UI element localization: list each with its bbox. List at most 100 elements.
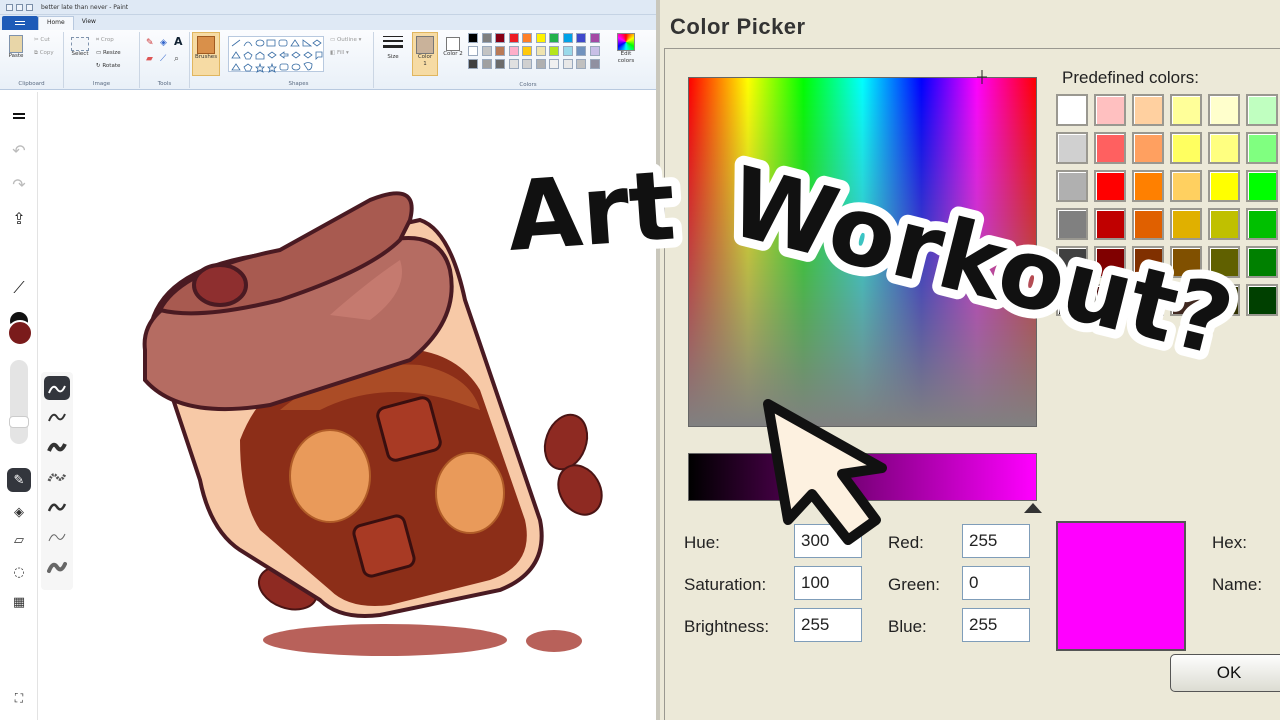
- palette-swatch[interactable]: [481, 46, 492, 56]
- predefined-color-swatch[interactable]: [1246, 94, 1278, 126]
- palette-swatch[interactable]: [576, 59, 586, 69]
- palette-swatch[interactable]: [522, 33, 532, 43]
- blue-input[interactable]: 255: [962, 608, 1030, 642]
- fill-tool-button[interactable]: ◈: [7, 500, 31, 524]
- palette-swatch[interactable]: [522, 59, 532, 69]
- select-button[interactable]: Select: [68, 37, 92, 57]
- eraser-tool-button[interactable]: ▱: [7, 528, 31, 552]
- predefined-color-swatch[interactable]: [1056, 208, 1088, 240]
- palette-swatch[interactable]: [481, 33, 492, 43]
- predefined-color-swatch[interactable]: [1094, 132, 1126, 164]
- brush-option-pen[interactable]: [44, 376, 70, 400]
- color2-button[interactable]: Color 2: [442, 34, 464, 58]
- green-input[interactable]: 0: [962, 566, 1030, 600]
- current-color-dot[interactable]: [7, 320, 33, 346]
- spectrum-crosshair-icon[interactable]: [977, 70, 987, 84]
- fullscreen-button[interactable]: ⛶: [7, 686, 31, 710]
- fill-bucket-icon[interactable]: ◈: [160, 38, 167, 48]
- palette-swatch[interactable]: [481, 59, 492, 69]
- predefined-color-swatch[interactable]: [1208, 284, 1240, 316]
- paste-button[interactable]: Paste: [4, 35, 28, 59]
- predefined-color-swatch[interactable]: [1132, 208, 1164, 240]
- palette-swatch[interactable]: [589, 33, 600, 43]
- predefined-color-swatch[interactable]: [1170, 170, 1202, 202]
- palette-swatch[interactable]: [508, 33, 519, 43]
- outline-button[interactable]: ▭ Outline ▾: [330, 37, 361, 43]
- brush-option-calligraphy[interactable]: [44, 404, 70, 428]
- text-tool-icon[interactable]: A: [174, 35, 183, 48]
- red-input[interactable]: 255: [962, 524, 1030, 558]
- predefined-color-swatch[interactable]: [1056, 132, 1088, 164]
- file-menu-button[interactable]: [2, 16, 38, 30]
- hue-input[interactable]: 300: [794, 524, 862, 558]
- predefined-color-swatch[interactable]: [1170, 208, 1202, 240]
- size-button[interactable]: Size: [380, 34, 406, 60]
- brush-option-marker[interactable]: [44, 494, 70, 518]
- palette-swatch[interactable]: [549, 59, 559, 69]
- predefined-color-swatch[interactable]: [1170, 284, 1202, 316]
- brushes-button[interactable]: Brushes: [192, 32, 220, 76]
- palette-swatch[interactable]: [562, 33, 573, 43]
- predefined-color-swatch[interactable]: [1246, 246, 1278, 278]
- predefined-color-swatch[interactable]: [1132, 94, 1164, 126]
- tab-home[interactable]: Home: [38, 16, 74, 30]
- undo-icon[interactable]: [16, 3, 23, 11]
- fill-button[interactable]: ◧ Fill ▾: [330, 50, 349, 56]
- palette-swatch[interactable]: [535, 46, 546, 56]
- palette-swatch[interactable]: [508, 59, 519, 69]
- eyedropper-button[interactable]: ⟋: [7, 276, 31, 300]
- predefined-color-swatch[interactable]: [1056, 170, 1088, 202]
- brush-size-thumb[interactable]: [9, 416, 29, 428]
- undo-button[interactable]: ↶: [7, 138, 31, 162]
- palette-swatch[interactable]: [522, 46, 532, 56]
- predefined-color-swatch[interactable]: [1056, 246, 1088, 278]
- edit-colors-button[interactable]: Edit colors: [612, 33, 640, 65]
- palette-swatch[interactable]: [562, 59, 573, 69]
- tab-view[interactable]: View: [74, 16, 104, 30]
- eraser-icon[interactable]: ▰: [146, 54, 153, 64]
- brightness-input[interactable]: 255: [794, 608, 862, 642]
- brightness-bar[interactable]: [688, 453, 1037, 501]
- predefined-color-swatch[interactable]: [1094, 208, 1126, 240]
- predefined-color-swatch[interactable]: [1170, 132, 1202, 164]
- predefined-color-swatch[interactable]: [1056, 284, 1088, 316]
- brush-option-crayon[interactable]: [44, 464, 70, 488]
- share-button[interactable]: ⇪: [7, 206, 31, 230]
- predefined-color-swatch[interactable]: [1246, 208, 1278, 240]
- crop-button[interactable]: ⌗ Crop: [96, 37, 114, 44]
- brush-tool-button[interactable]: ✎: [7, 468, 31, 492]
- pencil-icon[interactable]: ✎: [146, 38, 154, 48]
- palette-swatch[interactable]: [576, 33, 586, 43]
- lasso-tool-button[interactable]: ◌: [7, 560, 31, 584]
- predefined-color-swatch[interactable]: [1170, 246, 1202, 278]
- predefined-color-swatch[interactable]: [1094, 170, 1126, 202]
- color-picker-icon[interactable]: ⟋: [160, 54, 166, 64]
- predefined-color-swatch[interactable]: [1246, 170, 1278, 202]
- predefined-color-swatch[interactable]: [1132, 170, 1164, 202]
- palette-swatch[interactable]: [468, 33, 478, 43]
- color1-button[interactable]: Color 1: [412, 32, 438, 76]
- ruler-tool-button[interactable]: ▦: [7, 590, 31, 614]
- color-spectrum-field[interactable]: [688, 77, 1037, 427]
- brush-option-oil[interactable]: [44, 434, 70, 458]
- predefined-color-swatch[interactable]: [1208, 246, 1240, 278]
- predefined-color-swatch[interactable]: [1132, 284, 1164, 316]
- palette-swatch[interactable]: [495, 59, 505, 69]
- palette-swatch[interactable]: [589, 46, 600, 56]
- magnifier-icon[interactable]: ⌕: [174, 54, 179, 64]
- predefined-color-swatch[interactable]: [1056, 94, 1088, 126]
- predefined-color-swatch[interactable]: [1170, 94, 1202, 126]
- predefined-color-swatch[interactable]: [1208, 132, 1240, 164]
- shapes-gallery[interactable]: [228, 36, 324, 73]
- brush-option-pencil[interactable]: [44, 524, 70, 548]
- palette-swatch[interactable]: [468, 46, 478, 56]
- predefined-color-swatch[interactable]: [1208, 94, 1240, 126]
- predefined-color-swatch[interactable]: [1208, 170, 1240, 202]
- predefined-color-swatch[interactable]: [1094, 284, 1126, 316]
- predefined-color-swatch[interactable]: [1246, 284, 1278, 316]
- predefined-color-swatch[interactable]: [1208, 208, 1240, 240]
- menu-button[interactable]: [7, 104, 31, 128]
- brush-option-watercolor[interactable]: [44, 554, 70, 578]
- palette-swatch[interactable]: [495, 33, 505, 43]
- redo-icon[interactable]: [26, 3, 33, 11]
